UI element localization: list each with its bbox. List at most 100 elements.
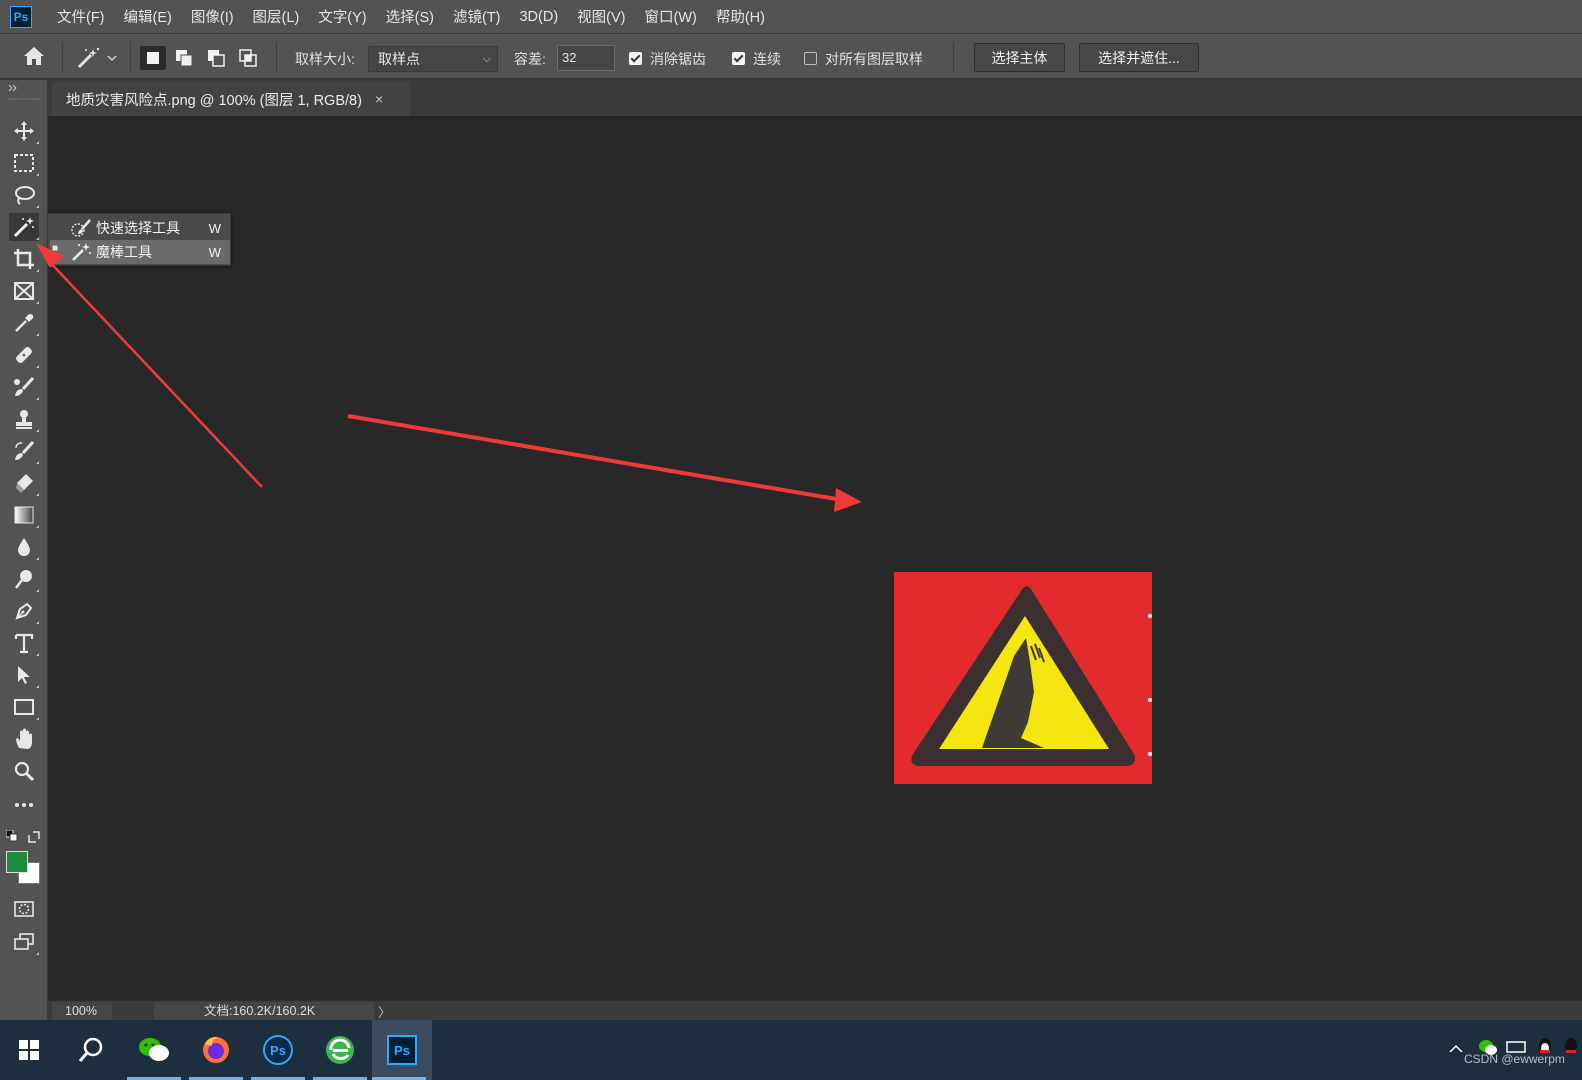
sample-size-value: 取样点 [378, 51, 420, 67]
menu-select[interactable]: 选择(S) [386, 6, 434, 27]
more-icon [15, 803, 33, 807]
sample-all-layers-label: 对所有图层取样 [825, 51, 923, 67]
move-icon [14, 121, 34, 141]
dodge-tool[interactable] [9, 565, 39, 593]
gradient-icon [14, 506, 34, 524]
collapse-toolbox-icon[interactable] [8, 84, 18, 92]
screen-mode-icon [14, 933, 34, 950]
pen-tool[interactable] [9, 597, 39, 625]
eraser-tool[interactable] [9, 469, 39, 497]
menu-filter[interactable]: 滤镜(T) [453, 6, 501, 27]
screen-mode-button[interactable] [9, 928, 39, 956]
close-icon[interactable]: × [375, 91, 383, 107]
gradient-tool[interactable] [9, 501, 39, 529]
menu-view[interactable]: 视图(V) [577, 6, 625, 27]
antialias-checkbox[interactable] [629, 52, 642, 65]
default-colors-icon[interactable] [6, 830, 18, 842]
photoshop-circle-icon: Ps [263, 1035, 293, 1065]
add-selection-button[interactable] [171, 46, 197, 70]
tool-preset-picker[interactable] [76, 46, 120, 75]
menu-help[interactable]: 帮助(H) [716, 6, 765, 27]
taskbar-photoshop[interactable]: Ps [372, 1020, 432, 1080]
subtract-selection-button[interactable] [203, 46, 229, 70]
path-selection-tool[interactable] [9, 661, 39, 689]
select-subject-button[interactable]: 选择主体 [974, 43, 1065, 72]
magic-wand-tool[interactable] [9, 213, 39, 241]
clone-stamp-tool[interactable] [9, 405, 39, 433]
zoom-level-field[interactable]: 100% [52, 1002, 112, 1020]
marquee-tool[interactable] [9, 149, 39, 177]
menu-bar: Ps 文件(F) 编辑(E) 图像(I) 图层(L) 文字(Y) 选择(S) 滤… [0, 0, 1582, 33]
taskbar-search-button[interactable] [64, 1020, 118, 1080]
canvas-area[interactable] [48, 116, 1582, 1000]
rectangle-tool[interactable] [9, 693, 39, 721]
magic-wand-icon [70, 242, 92, 262]
flyout-item-shortcut: W [208, 244, 221, 260]
healing-brush-tool[interactable] [9, 341, 39, 369]
flyout-item-magic-wand[interactable]: 魔棒工具 W [50, 240, 230, 264]
pen-icon [15, 602, 33, 620]
swap-colors-icon[interactable] [27, 830, 41, 844]
frame-icon [14, 282, 34, 300]
toolbox-grip[interactable] [8, 97, 40, 101]
document-tab-title: 地质灾害风险点.png @ 100% (图层 1, RGB/8) [66, 92, 362, 109]
select-and-mask-button[interactable]: 选择并遮住... [1079, 43, 1199, 72]
status-menu-arrow[interactable]: 〉 [378, 1002, 391, 1021]
windows-start-button[interactable] [2, 1020, 56, 1080]
magic-wand-icon [13, 217, 34, 238]
zoom-tool[interactable] [9, 757, 39, 785]
taskbar-photoshop-alt[interactable]: Ps [251, 1020, 305, 1080]
photoshop-window: Ps 文件(F) 编辑(E) 图像(I) 图层(L) 文字(Y) 选择(S) 滤… [0, 0, 1582, 1080]
hand-tool[interactable] [9, 725, 39, 753]
edit-toolbar-button[interactable] [9, 791, 39, 819]
taskbar-wechat[interactable] [127, 1020, 181, 1080]
frame-tool[interactable] [9, 277, 39, 305]
dodge-icon [15, 570, 32, 589]
menu-type[interactable]: 文字(Y) [318, 6, 366, 27]
menu-layer[interactable]: 图层(L) [253, 6, 300, 27]
history-brush-icon [15, 440, 35, 460]
wechat-icon [139, 1038, 169, 1061]
crop-icon [14, 249, 34, 269]
hand-icon [16, 728, 32, 749]
quick-mask-button[interactable] [9, 895, 39, 923]
brush-tool[interactable] [9, 373, 39, 401]
firefox-icon [203, 1036, 229, 1063]
tray-chevron-up-icon[interactable] [1448, 1042, 1464, 1054]
menu-edit[interactable]: 编辑(E) [124, 6, 172, 27]
sample-size-select[interactable]: 取样点 ⌵ [368, 46, 498, 72]
menu-image[interactable]: 图像(I) [191, 6, 234, 27]
intersect-selection-button[interactable] [235, 46, 261, 70]
browser-360-icon [326, 1036, 354, 1064]
document-tab-bar: 地质灾害风险点.png @ 100% (图层 1, RGB/8) × [48, 80, 1582, 116]
type-tool[interactable] [9, 629, 39, 657]
crop-tool[interactable] [9, 245, 39, 273]
taskbar-firefox[interactable] [189, 1020, 243, 1080]
taskbar-360-browser[interactable] [313, 1020, 367, 1080]
foreground-color-swatch[interactable] [6, 851, 28, 873]
contiguous-checkbox[interactable] [732, 52, 745, 65]
lasso-tool[interactable] [9, 181, 39, 209]
menu-3d[interactable]: 3D(D) [519, 9, 558, 25]
svg-text:Ps: Ps [270, 1043, 286, 1058]
stamp-icon [16, 410, 32, 429]
document-image[interactable] [894, 572, 1152, 784]
history-brush-tool[interactable] [9, 437, 39, 465]
quick-selection-icon [70, 218, 92, 238]
new-selection-button[interactable] [140, 46, 166, 70]
document-tab[interactable]: 地质灾害风险点.png @ 100% (图层 1, RGB/8) × [52, 82, 410, 116]
toolbox [0, 80, 48, 1020]
flyout-item-quick-selection[interactable]: 快速选择工具 W [50, 216, 230, 240]
water-drop-icon [18, 538, 30, 556]
tolerance-input[interactable]: 32 [557, 45, 615, 71]
menu-window[interactable]: 窗口(W) [645, 6, 697, 27]
blur-tool[interactable] [9, 533, 39, 561]
move-tool[interactable] [9, 117, 39, 145]
ps-logo-icon[interactable]: Ps [10, 5, 32, 28]
sample-all-layers-checkbox[interactable] [804, 52, 817, 65]
eraser-icon [16, 474, 33, 493]
rectangle-icon [14, 699, 34, 715]
menu-file[interactable]: 文件(F) [57, 6, 105, 27]
home-icon[interactable] [22, 45, 46, 72]
eyedropper-tool[interactable] [9, 309, 39, 337]
